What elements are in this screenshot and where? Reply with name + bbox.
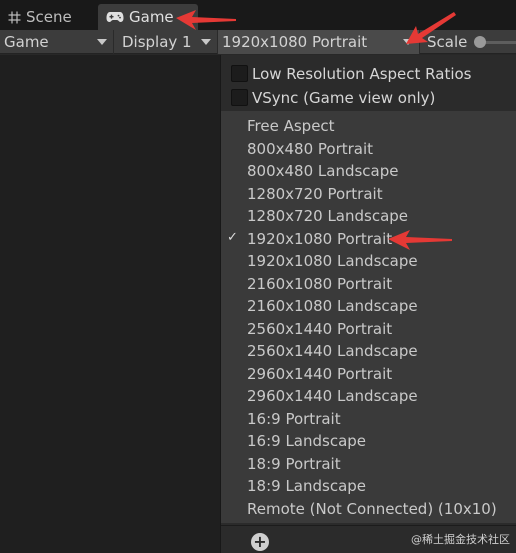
view-mode-dropdown[interactable]: Game xyxy=(0,30,114,54)
list-item[interactable]: 1280x720 Landscape xyxy=(221,205,516,227)
list-item[interactable]: 18:9 Portrait xyxy=(221,453,516,475)
list-item[interactable]: 2960x1440 Landscape xyxy=(221,385,516,407)
low-resolution-toggle[interactable]: Low Resolution Aspect Ratios xyxy=(221,63,516,85)
display-label: Display 1 xyxy=(122,33,192,51)
chevron-down-icon xyxy=(201,39,211,45)
resolution-list: Free Aspect 800x480 Portrait 800x480 Lan… xyxy=(221,111,516,523)
list-item[interactable]: 2160x1080 Landscape xyxy=(221,295,516,317)
display-dropdown[interactable]: Display 1 xyxy=(114,30,218,54)
resolution-popup: Low Resolution Aspect Ratios VSync (Game… xyxy=(220,55,516,553)
annotation-arrow-icon xyxy=(388,230,452,250)
list-item-label: 1920x1080 Portrait xyxy=(247,230,393,248)
tab-game-label: Game xyxy=(129,8,174,26)
list-item-label: 2960x1440 Landscape xyxy=(247,387,418,405)
list-item-label: 800x480 Portrait xyxy=(247,140,374,158)
list-item[interactable]: 800x480 Landscape xyxy=(221,160,516,182)
grid-icon xyxy=(8,11,21,24)
annotation-arrow-icon xyxy=(176,10,236,30)
watermark: @稀土掘金技术社区 xyxy=(411,533,510,546)
resolution-dropdown[interactable]: 1920x1080 Portrait xyxy=(218,30,420,54)
list-item-label: 18:9 Portrait xyxy=(247,455,341,473)
list-item-label: 2960x1440 Portrait xyxy=(247,365,393,383)
list-item[interactable]: Remote (Not Connected) (10x10) xyxy=(221,498,516,520)
list-item-label: 1280x720 Landscape xyxy=(247,207,409,225)
checkbox[interactable] xyxy=(231,89,248,106)
annotation-arrow-icon xyxy=(406,12,456,44)
plus-circle-icon[interactable]: + xyxy=(251,533,269,551)
list-item-selected[interactable]: ✓ 1920x1080 Portrait xyxy=(221,228,516,250)
list-item-label: 1280x720 Portrait xyxy=(247,185,383,203)
low-resolution-label: Low Resolution Aspect Ratios xyxy=(252,65,472,83)
list-item-label: 2560x1440 Landscape xyxy=(247,342,418,360)
list-item[interactable]: 1280x720 Portrait xyxy=(221,183,516,205)
list-item[interactable]: 800x480 Portrait xyxy=(221,138,516,160)
view-mode-label: Game xyxy=(4,33,49,51)
list-item-label: 16:9 Portrait xyxy=(247,410,341,428)
list-item[interactable]: 16:9 Landscape xyxy=(221,430,516,452)
list-item-label: 1920x1080 Landscape xyxy=(247,252,418,270)
list-item[interactable]: 2560x1440 Landscape xyxy=(221,340,516,362)
list-item[interactable]: 2960x1440 Portrait xyxy=(221,363,516,385)
list-item-label: 16:9 Landscape xyxy=(247,432,367,450)
list-item-label: Remote (Not Connected) (10x10) xyxy=(247,500,497,518)
list-item[interactable]: 18:9 Landscape xyxy=(221,475,516,497)
list-item-label: Free Aspect xyxy=(247,117,335,135)
gamepad-icon xyxy=(106,11,124,23)
list-item-label: 2560x1440 Portrait xyxy=(247,320,393,338)
list-item[interactable]: Free Aspect xyxy=(221,115,516,137)
checkmark-icon: ✓ xyxy=(227,230,238,245)
scale-slider-handle[interactable] xyxy=(474,36,486,48)
list-item[interactable]: 16:9 Portrait xyxy=(221,408,516,430)
resolution-label: 1920x1080 Portrait xyxy=(222,33,368,51)
list-item-label: 2160x1080 Portrait xyxy=(247,275,393,293)
game-viewport xyxy=(0,55,220,553)
vsync-toggle[interactable]: VSync (Game view only) xyxy=(221,87,516,109)
vsync-label: VSync (Game view only) xyxy=(252,89,436,107)
list-item[interactable]: 2160x1080 Portrait xyxy=(221,273,516,295)
tab-scene[interactable]: Scene xyxy=(8,4,72,30)
list-item[interactable]: 1920x1080 Landscape xyxy=(221,250,516,272)
list-item-label: 800x480 Landscape xyxy=(247,162,399,180)
list-item-label: 2160x1080 Landscape xyxy=(247,297,418,315)
list-item[interactable]: 2560x1440 Portrait xyxy=(221,318,516,340)
tab-scene-label: Scene xyxy=(26,8,72,26)
chevron-down-icon xyxy=(97,39,107,45)
list-item-label: 18:9 Landscape xyxy=(247,477,367,495)
checkbox[interactable] xyxy=(231,65,248,82)
